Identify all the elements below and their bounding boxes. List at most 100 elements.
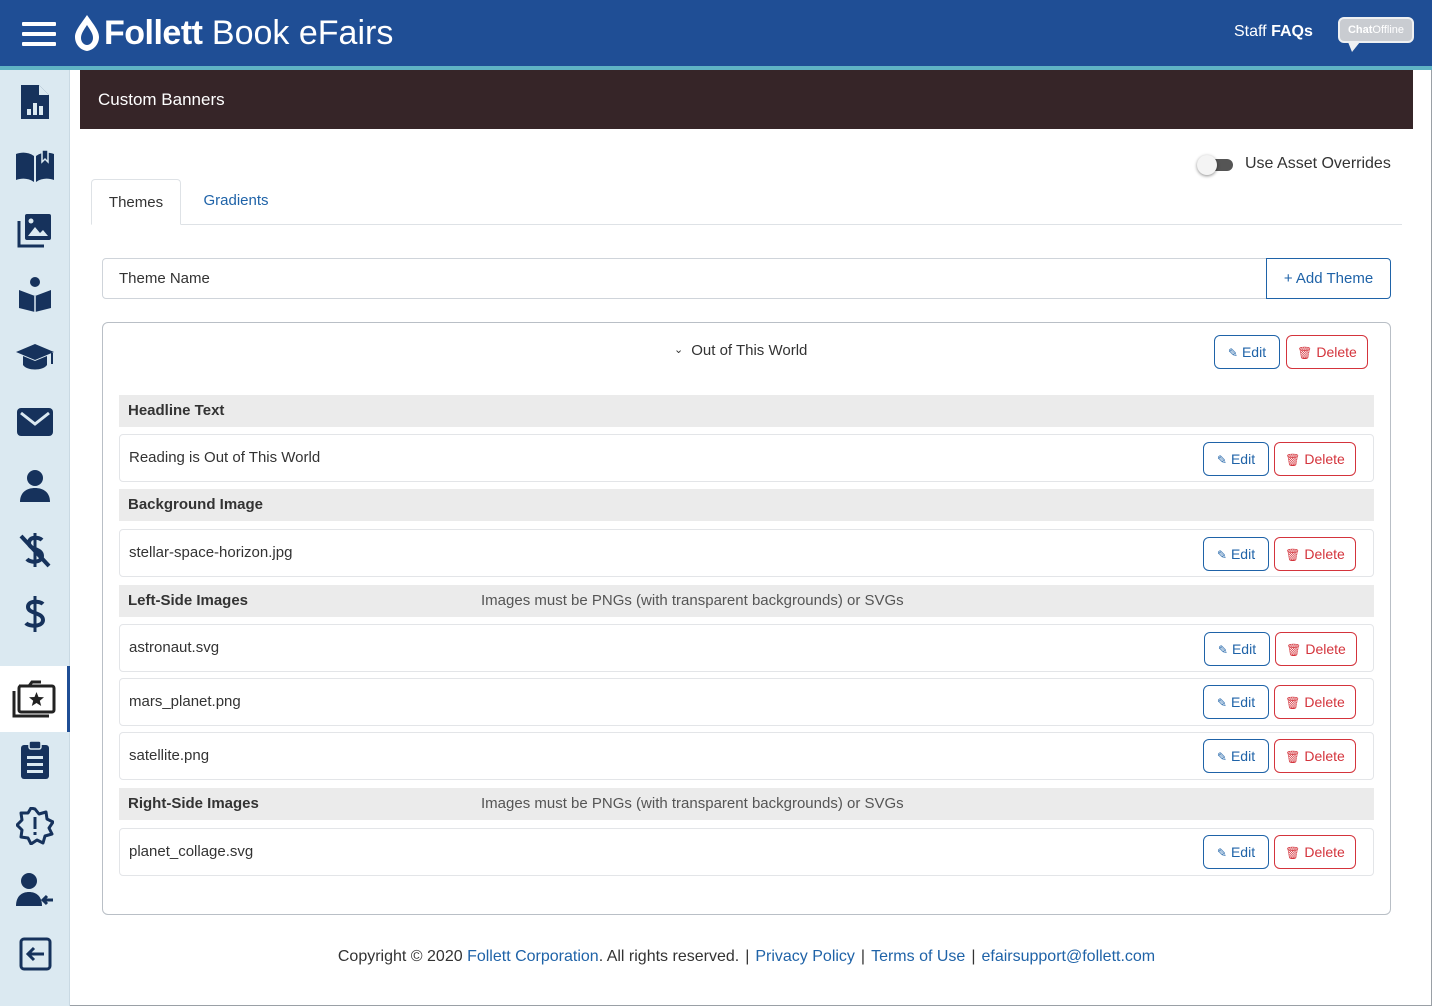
delete-label: Delete	[1304, 694, 1345, 710]
section-title: Headline Text	[128, 402, 225, 419]
sidebar-item-education[interactable]	[0, 326, 70, 390]
asset-overrides-label: Use Asset Overrides	[1245, 155, 1391, 172]
sidebar-item-gallery[interactable]	[0, 198, 70, 262]
graduation-cap-icon	[16, 344, 54, 370]
follett-logo-icon	[75, 15, 99, 51]
privacy-policy-link[interactable]: Privacy Policy	[755, 948, 855, 965]
chevron-down-icon: ⌄	[674, 344, 684, 356]
trash-icon: 🗑	[1286, 643, 1302, 657]
item-name: Reading is Out of This World	[129, 449, 321, 466]
edit-label: Edit	[1230, 694, 1256, 710]
edit-label: Edit	[1230, 844, 1256, 860]
edit-label: Edit	[1230, 546, 1256, 562]
theme-edit-button[interactable]: ✎ Edit	[1214, 335, 1280, 369]
item-edit-button[interactable]: ✎ Edit	[1204, 632, 1270, 666]
sidebar-item-finance[interactable]	[0, 582, 70, 646]
pencil-icon: ✎	[1217, 643, 1228, 657]
item-delete-button[interactable]: 🗑 Delete	[1274, 739, 1356, 773]
sidebar-item-alerts[interactable]	[0, 794, 70, 858]
section-note: Images must be PNGs (with transparent ba…	[481, 592, 904, 609]
chat-label-rest: Offline	[1372, 24, 1405, 36]
list-item: satellite.png	[119, 732, 1374, 780]
separator: |	[860, 948, 866, 965]
item-delete-button[interactable]: 🗑 Delete	[1274, 442, 1356, 476]
chat-offline-button[interactable]: ChatOffline	[1338, 17, 1414, 43]
toggle-knob	[1197, 155, 1217, 175]
trash-icon: 🗑	[1285, 846, 1301, 860]
item-delete-button[interactable]: 🗑 Delete	[1274, 537, 1356, 571]
section-header-right-images: Right-Side Images Images must be PNGs (w…	[119, 788, 1374, 820]
theme-name-input[interactable]	[102, 258, 1268, 299]
brand-bold: Follett	[104, 14, 203, 52]
sidebar-item-messages[interactable]	[0, 390, 70, 454]
asset-overrides-toggle[interactable]	[1197, 155, 1237, 175]
delete-label: Delete	[1304, 748, 1345, 764]
dollar-icon	[24, 596, 46, 632]
delete-label: Delete	[1304, 844, 1345, 860]
page-header: Custom Banners	[80, 70, 1413, 129]
sidebar-item-user[interactable]	[0, 454, 70, 518]
pencil-icon: ✎	[1216, 453, 1227, 467]
hamburger-menu-icon[interactable]	[22, 22, 56, 46]
sidebar-item-user-switch[interactable]	[0, 858, 70, 922]
staff-faqs-link[interactable]: Staff FAQs	[1234, 21, 1313, 43]
sidebar	[0, 70, 70, 1006]
section-header-background: Background Image	[119, 489, 1374, 521]
tabs-divider	[92, 224, 1402, 225]
item-edit-button[interactable]: ✎ Edit	[1203, 537, 1269, 571]
section-header-left-images: Left-Side Images Images must be PNGs (wi…	[119, 585, 1374, 617]
sidebar-item-no-fees[interactable]	[0, 518, 70, 582]
chat-label-bold: Chat	[1347, 24, 1373, 36]
sidebar-item-books[interactable]	[0, 134, 70, 198]
item-name: mars_planet.png	[129, 693, 241, 710]
item-delete-button[interactable]: 🗑 Delete	[1274, 835, 1356, 869]
sidebar-item-tasks[interactable]	[0, 728, 70, 792]
item-edit-button[interactable]: ✎ Edit	[1203, 739, 1269, 773]
star-folder-icon	[12, 680, 55, 718]
delete-label: Delete	[1304, 451, 1345, 467]
terms-of-use-link[interactable]: Terms of Use	[871, 948, 965, 965]
page-title: Custom Banners	[98, 90, 225, 109]
sidebar-item-custom-banners[interactable]	[0, 666, 70, 732]
item-edit-button[interactable]: ✎ Edit	[1203, 835, 1269, 869]
item-delete-button[interactable]: 🗑 Delete	[1275, 632, 1357, 666]
list-item: planet_collage.svg	[119, 828, 1374, 876]
delete-label: Delete	[1304, 546, 1345, 562]
item-edit-button[interactable]: ✎ Edit	[1203, 685, 1269, 719]
list-item: astronaut.svg	[119, 624, 1374, 672]
staff-faqs-prefix: Staff	[1234, 23, 1272, 40]
edit-label: Edit	[1230, 451, 1256, 467]
edit-label: Edit	[1231, 641, 1257, 657]
tab-themes[interactable]: Themes	[91, 179, 181, 225]
support-email-link[interactable]: efairsupport@follett.com	[981, 948, 1155, 965]
user-icon	[20, 470, 50, 502]
item-delete-button[interactable]: 🗑 Delete	[1274, 685, 1356, 719]
envelope-icon	[17, 408, 53, 436]
chat-bubble-tail	[1348, 42, 1360, 52]
edit-label: Edit	[1241, 344, 1267, 360]
theme-toggle-header[interactable]: ⌄ Out of This World	[674, 340, 807, 360]
follett-corporation-link[interactable]: Follett Corporation	[467, 948, 599, 965]
staff-faqs-strong: FAQs	[1271, 23, 1313, 40]
copyright-prefix: Copyright © 2020	[337, 948, 468, 965]
trash-icon: 🗑	[1285, 696, 1301, 710]
clipboard-icon	[21, 740, 49, 779]
pencil-icon: ✎	[1216, 846, 1227, 860]
no-dollar-icon	[19, 533, 51, 568]
sidebar-item-reader[interactable]	[0, 262, 70, 326]
section-note: Images must be PNGs (with transparent ba…	[481, 795, 904, 812]
item-edit-button[interactable]: ✎ Edit	[1203, 442, 1269, 476]
separator: |	[971, 948, 976, 965]
open-book-icon	[16, 149, 54, 182]
trash-icon: 🗑	[1285, 548, 1301, 562]
item-name: stellar-space-horizon.jpg	[129, 544, 293, 561]
add-theme-button[interactable]: + Add Theme	[1266, 258, 1391, 299]
trash-icon: 🗑	[1285, 750, 1301, 764]
brand-title[interactable]: Follett Book eFairs	[104, 12, 393, 54]
alert-badge-icon	[16, 807, 54, 845]
tab-gradients[interactable]: Gradients	[190, 179, 282, 225]
sidebar-item-reports[interactable]	[0, 70, 70, 134]
footer: Copyright © 2020 Follett Corporation. Al…	[0, 946, 1432, 968]
theme-delete-button[interactable]: 🗑 Delete	[1286, 335, 1368, 369]
delete-label: Delete	[1316, 344, 1357, 360]
